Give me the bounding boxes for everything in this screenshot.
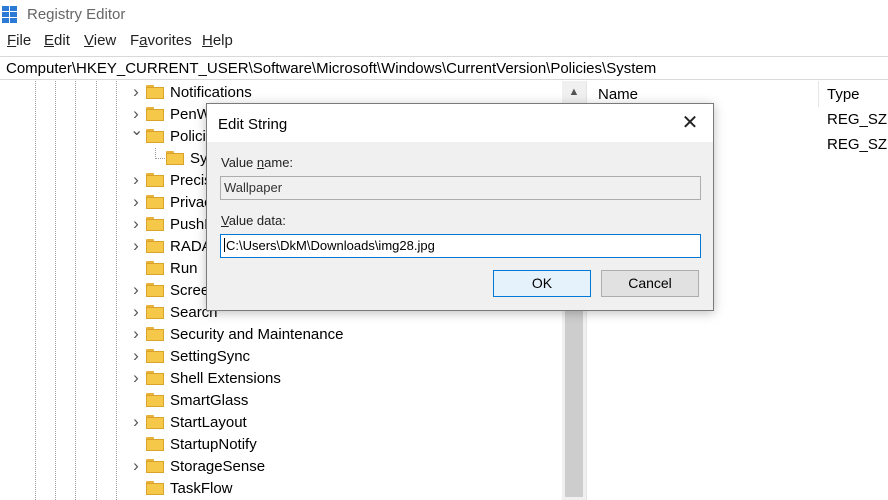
folder-icon <box>146 327 164 341</box>
tree-item-label: SmartGlass <box>170 392 249 409</box>
menu-file-rest: ile <box>16 32 32 49</box>
menu-view-rest: iew <box>93 32 117 49</box>
tree-item-label: Shell Extensions <box>170 370 281 387</box>
folder-icon <box>146 107 164 121</box>
folder-icon <box>146 283 164 297</box>
registry-editor-icon <box>2 6 18 24</box>
menu-view[interactable]: View <box>84 32 116 49</box>
tree-connector <box>155 148 165 159</box>
dialog-titlebar: Edit String ✕ <box>207 104 713 142</box>
tree-item-label: Notifications <box>170 84 252 101</box>
menu-file-accel: F <box>7 32 17 49</box>
folder-icon <box>146 349 164 363</box>
dialog-title: Edit String <box>218 116 288 133</box>
column-header-name[interactable]: Name <box>598 86 638 103</box>
ok-button[interactable]: OK <box>493 270 591 297</box>
chevron-right-icon[interactable]: › <box>130 215 142 232</box>
folder-icon <box>146 239 164 253</box>
tree-item[interactable]: › Shell Extensions <box>0 368 560 390</box>
window-title: Registry Editor <box>27 6 126 23</box>
text-caret <box>224 238 225 252</box>
chevron-right-icon[interactable]: › <box>130 105 142 122</box>
tree-item-label: StorageSense <box>170 458 266 475</box>
menu-favorites-accel: a <box>139 32 148 49</box>
tree-item-label: StartupNotify <box>170 436 257 453</box>
tree-item[interactable]: › SettingSync <box>0 346 560 368</box>
menu-bar: File Edit View Favorites Help <box>0 32 888 52</box>
folder-icon <box>146 173 164 187</box>
chevron-right-icon[interactable]: › <box>130 171 142 188</box>
value-data-input[interactable]: C:\Users\DkM\Downloads\img28.jpg <box>220 234 701 258</box>
scroll-up-arrow-icon[interactable]: ▲ <box>562 81 586 103</box>
chevron-right-icon[interactable]: › <box>130 83 142 100</box>
tree-item[interactable]: TaskFlow <box>0 478 560 500</box>
folder-icon <box>146 85 164 99</box>
value-row-type[interactable]: REG_SZ <box>827 111 887 128</box>
chevron-right-icon[interactable]: › <box>130 369 142 386</box>
value-name-label-post: ame: <box>264 155 294 170</box>
close-icon[interactable]: ✕ <box>673 110 707 136</box>
folder-icon <box>146 195 164 209</box>
tree-item[interactable]: › Notifications <box>0 82 560 104</box>
address-bar[interactable]: Computer\HKEY_CURRENT_USER\Software\Micr… <box>0 56 888 80</box>
folder-icon <box>146 305 164 319</box>
tree-item-label: SettingSync <box>170 348 251 365</box>
value-row-type[interactable]: REG_SZ <box>827 136 887 153</box>
chevron-right-icon[interactable]: › <box>130 413 142 430</box>
chevron-right-icon[interactable]: › <box>130 193 142 210</box>
folder-icon <box>146 393 164 407</box>
chevron-right-icon[interactable]: › <box>130 303 142 320</box>
folder-icon <box>146 261 164 275</box>
tree-item-label: Scree <box>170 282 210 299</box>
menu-edit-rest: dit <box>54 32 70 49</box>
tree-item-label: Run <box>170 260 198 277</box>
tree-item-label: PenW <box>170 106 211 123</box>
folder-icon <box>146 481 164 495</box>
cancel-button[interactable]: Cancel <box>601 270 699 297</box>
value-data-text: C:\Users\DkM\Downloads\img28.jpg <box>226 238 435 253</box>
tree-item-label: Security and Maintenance <box>170 326 344 343</box>
tree-item[interactable]: › StartLayout <box>0 412 560 434</box>
edit-string-dialog: Edit String ✕ Value name: Wallpaper Valu… <box>206 103 714 311</box>
value-data-label-accel: V <box>221 213 229 228</box>
menu-help[interactable]: Help <box>202 32 233 49</box>
value-data-label: Value data: <box>221 213 286 228</box>
menu-favorites[interactable]: Favorites <box>130 32 192 49</box>
menu-favorites-rest: vorites <box>147 32 192 49</box>
tree-item[interactable]: SmartGlass <box>0 390 560 412</box>
chevron-right-icon[interactable]: › <box>130 281 142 298</box>
folder-icon <box>146 415 164 429</box>
tree-item-label: TaskFlow <box>170 480 233 497</box>
chevron-down-icon[interactable]: ⌄ <box>130 123 143 139</box>
value-data-label-post: alue data: <box>228 213 286 228</box>
folder-icon <box>146 459 164 473</box>
column-header-type[interactable]: Type <box>827 86 860 103</box>
value-name-field: Wallpaper <box>220 176 701 200</box>
chevron-right-icon[interactable]: › <box>130 325 142 342</box>
menu-file[interactable]: File <box>7 32 31 49</box>
menu-view-accel: V <box>84 32 94 49</box>
chevron-right-icon[interactable]: › <box>130 237 142 254</box>
menu-help-accel: H <box>202 32 213 49</box>
column-separator[interactable] <box>818 81 819 107</box>
menu-edit-accel: E <box>44 32 55 49</box>
chevron-right-icon[interactable]: › <box>130 347 142 364</box>
tree-item[interactable]: › StorageSense <box>0 456 560 478</box>
folder-icon <box>146 217 164 231</box>
tree-item[interactable]: StartupNotify <box>0 434 560 456</box>
tree-item[interactable]: › Security and Maintenance <box>0 324 560 346</box>
value-name-label-pre: Value <box>221 155 257 170</box>
window-titlebar: Registry Editor <box>0 0 888 30</box>
value-name-label: Value name: <box>221 155 293 170</box>
menu-edit[interactable]: Edit <box>44 32 70 49</box>
folder-icon <box>146 371 164 385</box>
address-path[interactable]: Computer\HKEY_CURRENT_USER\Software\Micr… <box>6 60 656 77</box>
folder-icon <box>146 129 164 143</box>
folder-icon <box>146 437 164 451</box>
menu-help-rest: elp <box>212 32 233 49</box>
chevron-right-icon[interactable]: › <box>130 457 142 474</box>
tree-item-label: StartLayout <box>170 414 247 431</box>
menu-favorites-pre: F <box>130 32 140 49</box>
folder-icon <box>166 151 184 165</box>
